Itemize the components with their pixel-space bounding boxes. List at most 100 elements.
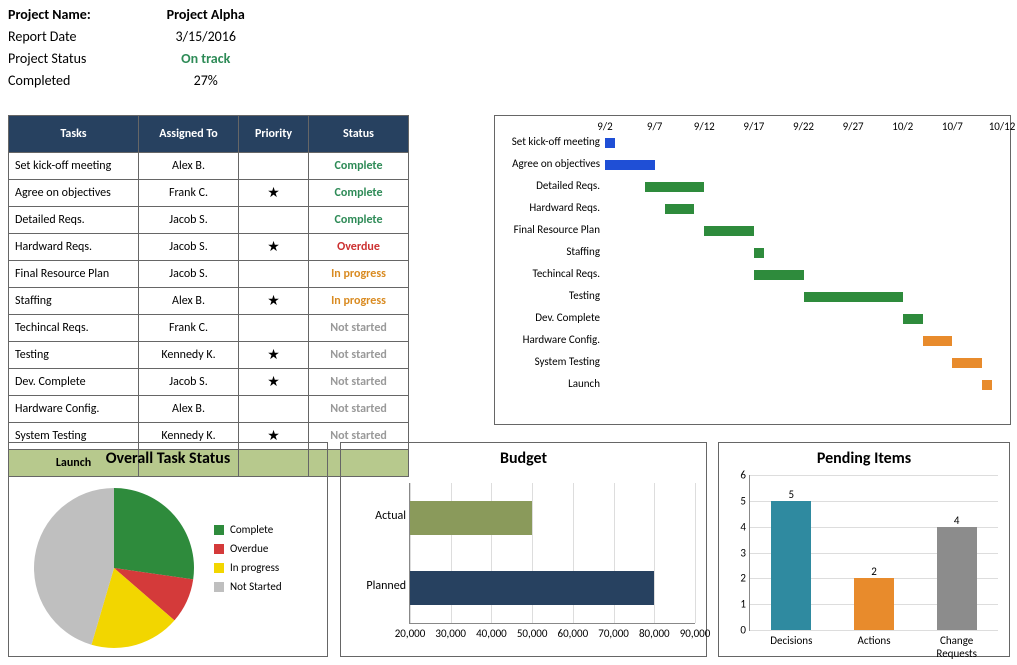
task-status: In progress xyxy=(309,261,409,288)
gantt-row-label: System Testing xyxy=(495,355,604,368)
legend-label: Overdue xyxy=(230,542,268,555)
budget-xtick: 60,000 xyxy=(558,627,589,640)
star-icon: ★ xyxy=(267,292,280,309)
gantt-row-label: Testing xyxy=(495,289,604,302)
task-col-2: Priority xyxy=(239,116,309,153)
pending-ytick: 3 xyxy=(740,546,750,559)
pending-ytick: 0 xyxy=(740,624,750,637)
gantt-tick: 10/7 xyxy=(942,120,963,133)
task-status: Not started xyxy=(309,342,409,369)
gantt-tick: 9/17 xyxy=(743,120,764,133)
gantt-row-label: Final Resource Plan xyxy=(495,223,604,236)
pending-ytick: 2 xyxy=(740,572,750,585)
legend-swatch xyxy=(214,544,224,554)
gantt-bar xyxy=(923,336,953,346)
task-col-3: Status xyxy=(309,116,409,153)
legend-swatch xyxy=(214,582,224,592)
gantt-tick: 10/12 xyxy=(989,120,1016,133)
legend-label: Complete xyxy=(230,523,273,536)
task-name: Techincal Reqs. xyxy=(9,315,139,342)
task-status: Not started xyxy=(309,315,409,342)
budget-bar xyxy=(410,501,532,535)
gantt-chart: 9/29/79/129/179/229/2710/210/710/12 Set … xyxy=(494,115,1011,425)
task-assignee: Jacob S. xyxy=(139,369,239,396)
pending-value-label: 5 xyxy=(789,488,795,501)
table-row: Detailed Reqs.Jacob S. Complete xyxy=(9,207,409,234)
gantt-bar xyxy=(704,226,754,236)
task-assignee: Jacob S. xyxy=(139,261,239,288)
gantt-bar xyxy=(754,248,764,258)
task-priority: ★ xyxy=(239,234,309,261)
budget-xtick: 40,000 xyxy=(476,627,507,640)
task-assignee: Jacob S. xyxy=(139,207,239,234)
overall-status-title: Overall Task Status xyxy=(9,449,327,468)
gantt-row-label: Dev. Complete xyxy=(495,311,604,324)
gantt-row-label: Hardward Reqs. xyxy=(495,201,604,214)
budget-category-label: Planned xyxy=(346,579,406,593)
gantt-tick: 9/12 xyxy=(694,120,715,133)
pending-category-label: Change Requests xyxy=(936,634,977,660)
project-name-label: Project Name: xyxy=(8,6,148,23)
task-status: In progress xyxy=(309,288,409,315)
table-row: Agree on objectivesFrank C.★Complete xyxy=(9,180,409,207)
star-icon: ★ xyxy=(267,427,280,444)
pie-slice xyxy=(114,488,194,579)
gantt-tick: 10/2 xyxy=(892,120,913,133)
completed-value: 27% xyxy=(151,72,261,89)
gantt-tick: 9/2 xyxy=(597,120,612,133)
legend-item: Not Started xyxy=(214,580,282,593)
gantt-row-label: Detailed Reqs. xyxy=(495,179,604,192)
legend-item: In progress xyxy=(214,561,282,574)
legend-label: In progress xyxy=(230,561,279,574)
task-status: Complete xyxy=(309,207,409,234)
budget-xtick: 90,000 xyxy=(680,627,711,640)
task-status: Not started xyxy=(309,396,409,423)
gantt-row-label: Techincal Reqs. xyxy=(495,267,604,280)
budget-xtick: 80,000 xyxy=(639,627,670,640)
task-col-1: Assigned To xyxy=(139,116,239,153)
budget-xtick: 30,000 xyxy=(435,627,466,640)
gantt-bar xyxy=(982,380,992,390)
task-priority: ★ xyxy=(239,288,309,315)
report-date-label: Report Date xyxy=(8,28,148,45)
task-priority xyxy=(239,315,309,342)
pending-bar xyxy=(771,501,811,630)
task-status: Not started xyxy=(309,369,409,396)
task-name: Hardware Config. xyxy=(9,396,139,423)
table-row: Set kick-off meetingAlex B.Complete xyxy=(9,153,409,180)
table-row: Hardward Reqs.Jacob S. ★ Overdue xyxy=(9,234,409,261)
project-status-label: Project Status xyxy=(8,50,148,67)
task-name: Set kick-off meeting xyxy=(9,153,139,180)
pending-bar xyxy=(937,527,977,630)
task-name: Detailed Reqs. xyxy=(9,207,139,234)
gantt-row-label: Staffing xyxy=(495,245,604,258)
star-icon: ★ xyxy=(267,238,280,255)
gantt-tick: 9/7 xyxy=(647,120,662,133)
pending-chart: Pending Items 01234565Decisions2Actions4… xyxy=(718,442,1010,657)
budget-xtick: 50,000 xyxy=(517,627,548,640)
star-icon: ★ xyxy=(267,373,280,390)
gantt-bar xyxy=(903,314,923,324)
completed-label: Completed xyxy=(8,72,148,89)
pending-category-label: Decisions xyxy=(770,634,812,647)
gantt-row-label: Set kick-off meeting xyxy=(495,135,604,148)
gantt-bar xyxy=(605,160,655,170)
table-row: Dev. CompleteJacob S. ★ Not started xyxy=(9,369,409,396)
task-assignee: Frank C. xyxy=(139,180,239,207)
pending-ytick: 4 xyxy=(740,520,750,533)
task-priority xyxy=(239,396,309,423)
task-priority: ★ xyxy=(239,342,309,369)
pending-value-label: 2 xyxy=(871,565,877,578)
table-row: StaffingAlex B.★In progress xyxy=(9,288,409,315)
pending-bar xyxy=(854,578,894,630)
task-name: Hardward Reqs. xyxy=(9,234,139,261)
task-name: Final Resource Plan xyxy=(9,261,139,288)
budget-title: Budget xyxy=(341,449,706,468)
budget-chart: Budget 20,00030,00040,00050,00060,00070,… xyxy=(340,442,707,657)
gantt-row-label: Launch xyxy=(495,377,604,390)
task-status: Overdue xyxy=(309,234,409,261)
task-name: Dev. Complete xyxy=(9,369,139,396)
task-assignee: Jacob S. xyxy=(139,234,239,261)
task-status: Complete xyxy=(309,153,409,180)
task-assignee: Kennedy K. xyxy=(139,342,239,369)
